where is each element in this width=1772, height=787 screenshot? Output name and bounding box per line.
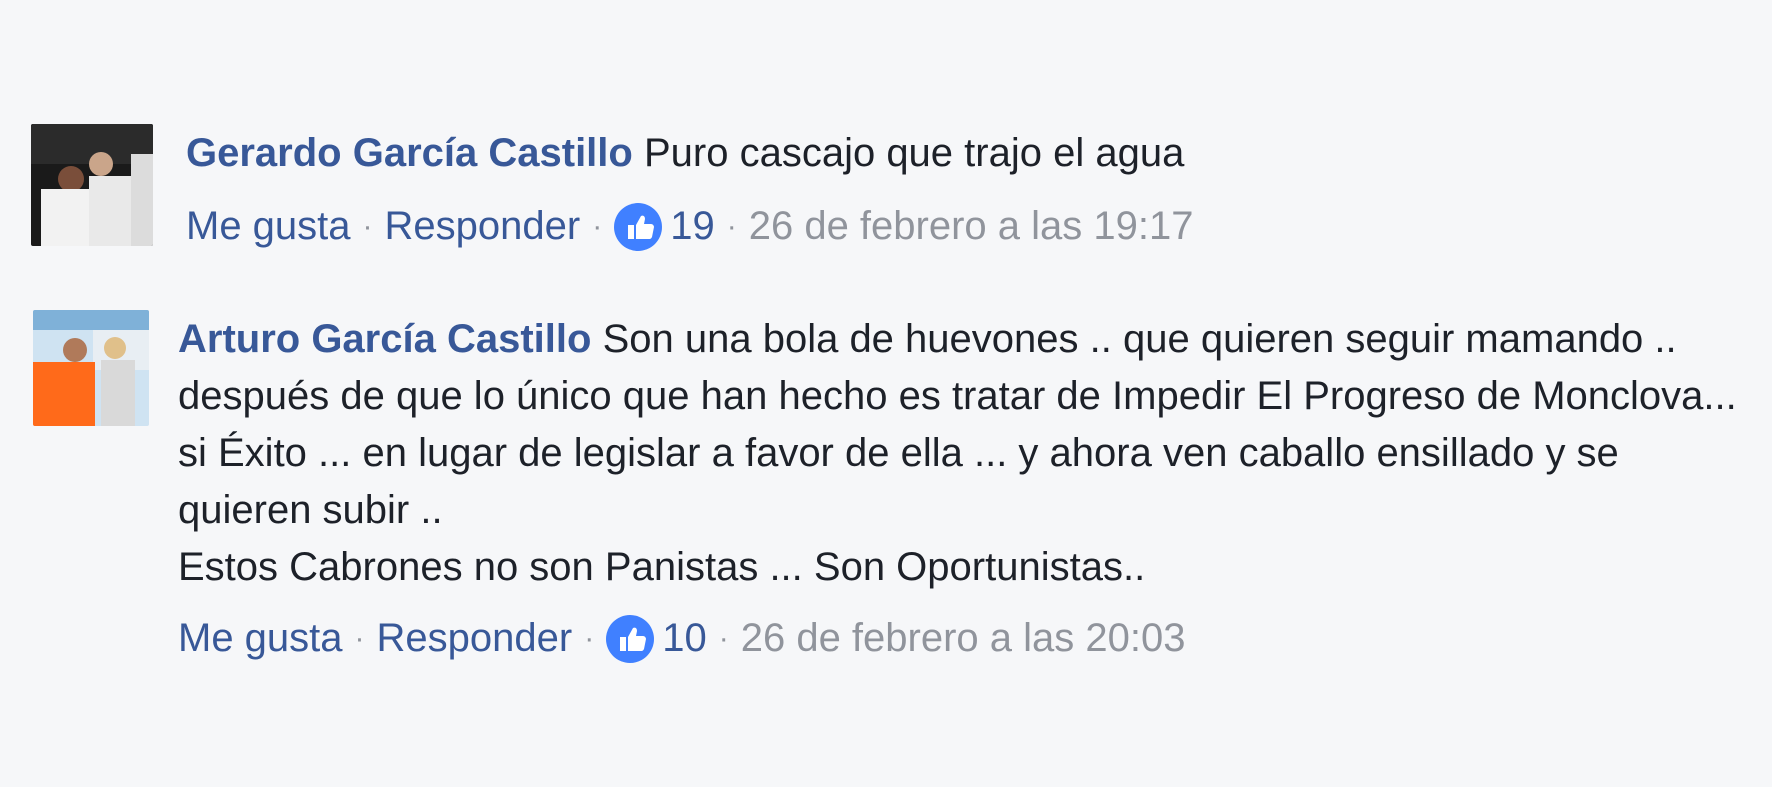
reply-button[interactable]: Responder [377, 610, 573, 667]
timestamp[interactable]: 26 de febrero a las 19:17 [749, 198, 1194, 255]
comment-body: Arturo García Castillo Son una bola de h… [178, 311, 1758, 596]
separator: · [718, 622, 729, 655]
like-button[interactable]: Me gusta [186, 198, 351, 255]
avatar[interactable] [33, 310, 149, 426]
reply-button[interactable]: Responder [385, 198, 581, 255]
avatar-photo [33, 310, 149, 426]
separator: · [362, 210, 373, 243]
author-name[interactable]: Arturo García Castillo [178, 317, 591, 361]
like-button[interactable]: Me gusta [178, 610, 343, 667]
thumbs-up-icon[interactable] [614, 202, 663, 251]
separator: · [354, 622, 365, 655]
avatar[interactable] [31, 124, 153, 246]
timestamp[interactable]: 26 de febrero a las 20:03 [741, 610, 1186, 667]
comment-text-line: Estos Cabrones no son Panistas ... Son O… [178, 545, 1146, 589]
author-name[interactable]: Gerardo García Castillo [186, 131, 633, 175]
avatar-photo [31, 124, 153, 246]
comment-body: Gerardo García Castillo Puro cascajo que… [186, 125, 1686, 182]
like-count[interactable]: 19 [670, 198, 715, 255]
separator: · [584, 622, 595, 655]
like-count[interactable]: 10 [662, 610, 707, 667]
comment-text: Puro cascajo que trajo el agua [643, 131, 1185, 175]
comment-actions: Me gusta · Responder · 10 · 26 de febrer… [178, 610, 1185, 667]
separator: · [726, 210, 737, 243]
thumbs-up-icon[interactable] [606, 614, 655, 663]
comment-actions: Me gusta · Responder · 19 · 26 de febrer… [186, 198, 1193, 255]
separator: · [592, 210, 603, 243]
